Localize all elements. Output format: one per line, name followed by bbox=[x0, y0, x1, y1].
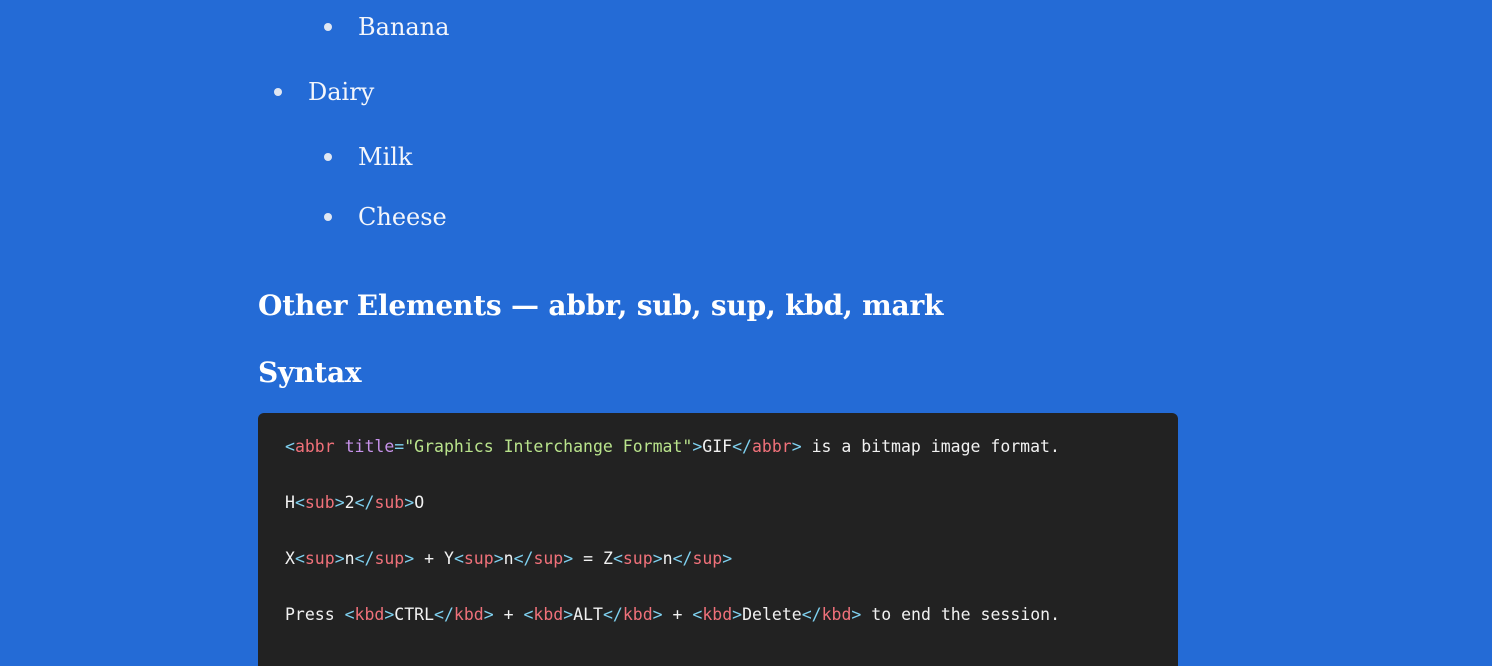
code-token: + bbox=[662, 605, 693, 624]
code-token: kbd bbox=[533, 605, 564, 624]
code-line: Press <kbd>CTRL</kbd> + <kbd>ALT</kbd> +… bbox=[285, 605, 1060, 625]
code-token: sup bbox=[622, 549, 653, 568]
code-token: is a bitmap image format. bbox=[801, 437, 1060, 456]
code-token: < bbox=[453, 549, 464, 568]
code-token: "Graphics Interchange Format" bbox=[404, 437, 693, 456]
code-token: </ bbox=[672, 549, 693, 568]
code-token: abbr bbox=[294, 437, 335, 456]
code-token: GIF bbox=[702, 437, 733, 456]
code-token: < bbox=[612, 549, 623, 568]
code-token: > bbox=[384, 605, 395, 624]
code-token: > bbox=[563, 549, 574, 568]
code-token: 2 bbox=[344, 493, 355, 512]
code-line: X<sup>n</sup> + Y<sup>n</sup> = Z<sup>n<… bbox=[285, 549, 732, 569]
code-line: <abbr title="Graphics Interchange Format… bbox=[285, 437, 1060, 457]
code-token: sup bbox=[692, 549, 723, 568]
code-token: > bbox=[791, 437, 802, 456]
list-item-label: Banana bbox=[358, 13, 450, 41]
code-token: X bbox=[285, 549, 295, 568]
code-block: <abbr title="Graphics Interchange Format… bbox=[258, 413, 1178, 666]
list-item-label: Milk bbox=[358, 143, 413, 171]
section-heading-syntax: Syntax bbox=[258, 356, 362, 389]
code-token: ALT bbox=[573, 605, 603, 624]
code-token: </ bbox=[434, 605, 454, 624]
code-token: > bbox=[404, 493, 415, 512]
code-token: < bbox=[294, 493, 305, 512]
code-line: H<sub>2</sub>O bbox=[285, 493, 424, 513]
code-token: + bbox=[493, 605, 524, 624]
code-token: > bbox=[334, 493, 345, 512]
code-token: n bbox=[344, 549, 355, 568]
code-token: > bbox=[483, 605, 494, 624]
list-item-label: Dairy bbox=[308, 78, 375, 106]
code-token: = bbox=[394, 437, 405, 456]
code-token: kbd bbox=[622, 605, 653, 624]
code-token: Delete bbox=[742, 605, 802, 624]
code-token: n bbox=[503, 549, 514, 568]
bullet-icon bbox=[324, 213, 332, 221]
code-token: title bbox=[344, 437, 395, 456]
code-token: H bbox=[285, 493, 295, 512]
code-token: > bbox=[851, 605, 862, 624]
code-token: sup bbox=[304, 549, 335, 568]
code-token: > bbox=[652, 605, 663, 624]
code-token: kbd bbox=[702, 605, 733, 624]
code-token: = Z bbox=[573, 549, 613, 568]
code-token: > bbox=[404, 549, 415, 568]
code-token: kbd bbox=[821, 605, 852, 624]
code-token: CTRL bbox=[394, 605, 435, 624]
code-token: > bbox=[563, 605, 574, 624]
code-token: < bbox=[294, 549, 305, 568]
code-token: </ bbox=[602, 605, 623, 624]
code-token: < bbox=[692, 605, 703, 624]
code-token: to end the session. bbox=[861, 605, 1061, 624]
code-token: > bbox=[732, 605, 743, 624]
code-token: kbd bbox=[453, 605, 484, 624]
code-token: > bbox=[722, 549, 733, 568]
list-item-label: Cheese bbox=[358, 203, 447, 231]
code-token: n bbox=[662, 549, 673, 568]
section-heading-other-elements: Other Elements — abbr, sub, sup, kbd, ma… bbox=[258, 289, 944, 322]
bullet-icon bbox=[324, 153, 332, 161]
code-token: sup bbox=[533, 549, 564, 568]
code-token: sup bbox=[463, 549, 494, 568]
code-token: </ bbox=[354, 549, 375, 568]
code-token: </ bbox=[513, 549, 534, 568]
code-token: Press bbox=[285, 605, 345, 624]
code-token: < bbox=[523, 605, 534, 624]
code-token: < bbox=[285, 437, 295, 456]
code-token: </ bbox=[732, 437, 752, 456]
code-token: sup bbox=[374, 549, 405, 568]
code-token: abbr bbox=[751, 437, 792, 456]
code-token: O bbox=[414, 493, 425, 512]
code-token: </ bbox=[354, 493, 375, 512]
code-token: > bbox=[493, 549, 504, 568]
code-token: sub bbox=[304, 493, 335, 512]
code-token: sub bbox=[374, 493, 405, 512]
code-token: < bbox=[344, 605, 355, 624]
code-token: kbd bbox=[354, 605, 385, 624]
code-token: > bbox=[652, 549, 663, 568]
code-token: > bbox=[692, 437, 703, 456]
code-token: + Y bbox=[414, 549, 454, 568]
code-token: </ bbox=[801, 605, 822, 624]
bullet-icon bbox=[274, 88, 282, 96]
bullet-icon bbox=[324, 23, 332, 31]
code-token: > bbox=[334, 549, 345, 568]
